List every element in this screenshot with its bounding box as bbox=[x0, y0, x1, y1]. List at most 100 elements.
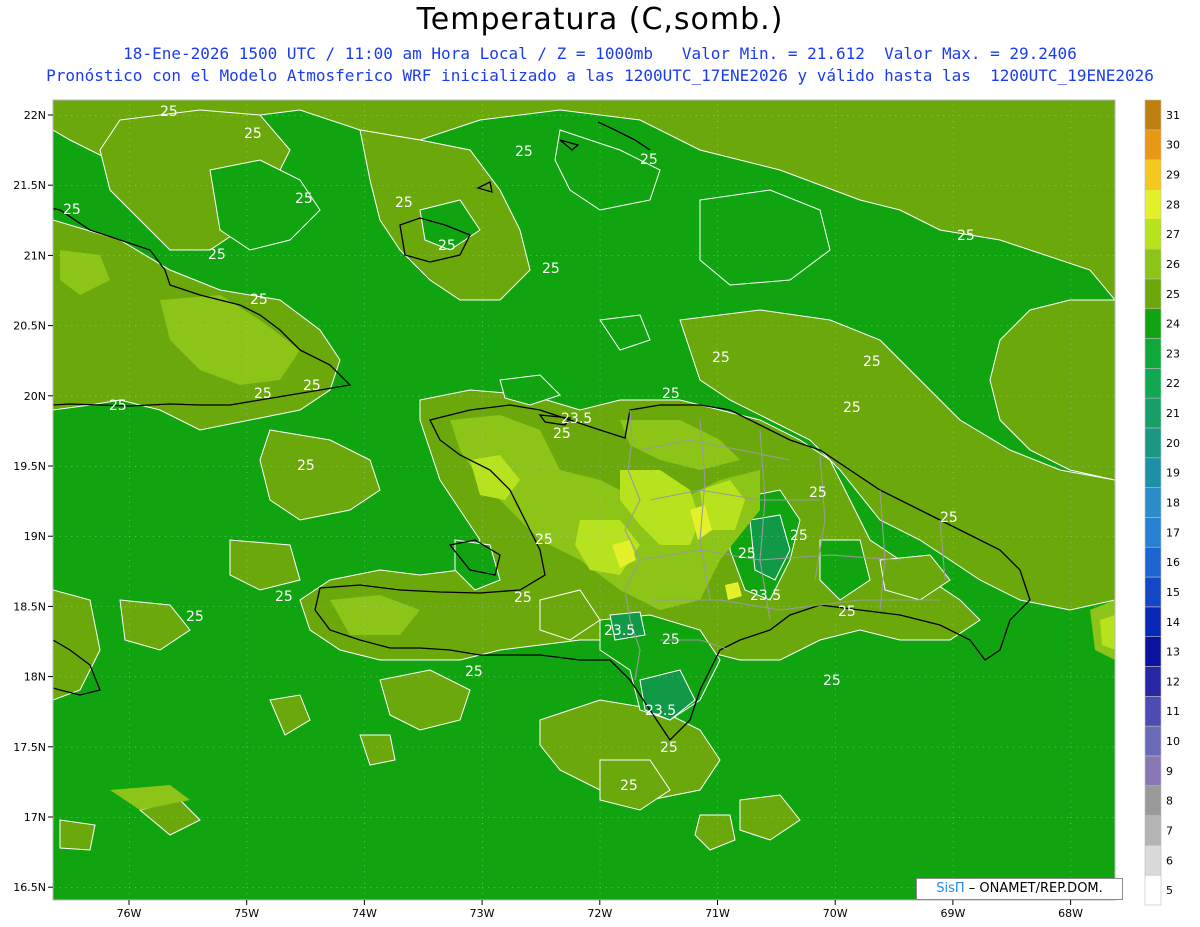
colorbar-swatch bbox=[1144, 248, 1162, 280]
colorbar-label: 7 bbox=[1166, 824, 1173, 837]
colorbar-swatch bbox=[1144, 308, 1162, 339]
latitude-axis: 22N 21.5N 21N 20.5N 20N 19.5N 19N 18.5N 18N 17.5N… bbox=[13, 109, 53, 894]
colorbar-swatch bbox=[1144, 397, 1162, 429]
colorbar-label: 23 bbox=[1166, 347, 1180, 360]
colorbar-swatch bbox=[1144, 457, 1162, 488]
colorbar-swatch bbox=[1144, 546, 1162, 578]
colorbar-swatch bbox=[1144, 338, 1162, 369]
lat-tick-label: 17.5N bbox=[13, 741, 46, 754]
colorbar-swatch bbox=[1144, 845, 1162, 876]
contour-label: 25 bbox=[553, 426, 571, 442]
lat-lon-grid bbox=[53, 100, 1115, 900]
colorbar-swatch bbox=[1144, 517, 1162, 548]
colorbar-swatch bbox=[1144, 218, 1162, 250]
colorbar-label: 12 bbox=[1166, 675, 1180, 688]
colorbar-label: 29 bbox=[1166, 169, 1180, 182]
colorbar-label: 8 bbox=[1166, 795, 1173, 808]
colorbar-label: 28 bbox=[1166, 198, 1180, 211]
colorbar-swatch bbox=[1144, 785, 1162, 816]
colorbar-swatch bbox=[1144, 815, 1162, 846]
lat-tick-label: 21.5N bbox=[13, 179, 46, 192]
contour-label: 25 bbox=[542, 261, 560, 277]
colorbar: 5 6 7 8 9 10 11 12 13 14 15 16 17 18 19 20 21 22 23 24 25 26 2… bbox=[1144, 99, 1180, 906]
lon-tick-label: 75W bbox=[234, 907, 259, 920]
colorbar-swatch bbox=[1144, 427, 1162, 459]
colorbar-label: 31 bbox=[1166, 109, 1180, 122]
colorbar-label: 22 bbox=[1166, 377, 1180, 390]
lon-tick-label: 70W bbox=[823, 907, 848, 920]
lat-tick-label: 20N bbox=[24, 390, 46, 403]
contour-label: 25 bbox=[843, 400, 861, 416]
credit-text: – ONAMET/REP.DOM. bbox=[964, 881, 1103, 896]
contour-label: 25 bbox=[662, 386, 680, 402]
colorbar-swatch bbox=[1144, 99, 1162, 131]
lat-tick-label: 19N bbox=[24, 530, 46, 543]
colorbar-label: 19 bbox=[1166, 467, 1180, 480]
contour-label: 25 bbox=[660, 740, 678, 756]
contour-label: 25 bbox=[395, 195, 413, 211]
contour-label: 25 bbox=[465, 664, 483, 680]
sispi-logo-text: SisΠ bbox=[936, 881, 965, 896]
temperature-map: 25 25 25 25 25 25 25 25 25 25 25 25 25 2… bbox=[13, 99, 1180, 920]
colorbar-swatch bbox=[1144, 159, 1162, 190]
lon-tick-label: 71W bbox=[705, 907, 730, 920]
lon-tick-label: 74W bbox=[352, 907, 377, 920]
colorbar-swatch bbox=[1144, 755, 1162, 787]
longitude-axis: 76W 75W 74W 73W 72W 71W 70W 69W 68W bbox=[117, 900, 1083, 920]
contour-label: 25 bbox=[823, 673, 841, 689]
contour-label: 25 bbox=[515, 144, 533, 160]
colorbar-swatch bbox=[1144, 129, 1162, 160]
contour-label: 25 bbox=[790, 528, 808, 544]
colorbar-label: 9 bbox=[1166, 765, 1173, 778]
lon-tick-label: 73W bbox=[470, 907, 495, 920]
colorbar-swatch bbox=[1144, 368, 1162, 399]
contour-label: 25 bbox=[712, 350, 730, 366]
lon-tick-label: 72W bbox=[587, 907, 612, 920]
lon-tick-label: 69W bbox=[940, 907, 965, 920]
contour-label: 25 bbox=[957, 228, 975, 244]
contour-label: 25 bbox=[208, 247, 226, 263]
contour-label: 25 bbox=[809, 485, 827, 501]
contour-label: 25 bbox=[244, 126, 262, 142]
colorbar-label: 14 bbox=[1166, 616, 1180, 629]
colorbar-label: 26 bbox=[1166, 258, 1180, 271]
contour-label: 25 bbox=[295, 191, 313, 207]
colorbar-swatch bbox=[1144, 487, 1162, 518]
contour-label: 25 bbox=[514, 590, 532, 606]
colorbar-label: 16 bbox=[1166, 556, 1180, 569]
colorbar-label: 10 bbox=[1166, 735, 1180, 748]
lon-tick-label: 76W bbox=[117, 907, 142, 920]
colorbar-swatch bbox=[1144, 695, 1162, 727]
contour-label: 25 bbox=[63, 202, 81, 218]
lat-tick-label: 22N bbox=[24, 109, 46, 122]
colorbar-swatch bbox=[1144, 666, 1162, 697]
colorbar-label: 25 bbox=[1166, 288, 1180, 301]
colorbar-label: 11 bbox=[1166, 705, 1180, 718]
lat-tick-label: 18.5N bbox=[13, 600, 46, 613]
contour-label: 23.5 bbox=[604, 623, 635, 639]
contour-label: 25 bbox=[535, 532, 553, 548]
contour-label: 23.5 bbox=[645, 703, 676, 719]
contour-label: 25 bbox=[250, 292, 268, 308]
lat-tick-label: 21N bbox=[24, 249, 46, 262]
colorbar-label: 6 bbox=[1166, 854, 1173, 867]
contour-label: 25 bbox=[160, 104, 178, 120]
colorbar-swatch bbox=[1144, 189, 1162, 220]
colorbar-swatch bbox=[1144, 874, 1162, 906]
colorbar-label: 30 bbox=[1166, 139, 1180, 152]
colorbar-label: 15 bbox=[1166, 586, 1180, 599]
contour-label: 25 bbox=[620, 778, 638, 794]
credit-box: SisΠ – ONAMET/REP.DOM. bbox=[916, 878, 1123, 900]
contour-label: 25 bbox=[940, 510, 958, 526]
colorbar-label: 5 bbox=[1166, 884, 1173, 897]
colorbar-label: 21 bbox=[1166, 407, 1180, 420]
colorbar-label: 27 bbox=[1166, 228, 1180, 241]
colorbar-label: 24 bbox=[1166, 318, 1180, 331]
contour-label: 25 bbox=[254, 386, 272, 402]
map-plot-area: 25 25 25 25 25 25 25 25 25 25 25 25 25 2… bbox=[53, 100, 1115, 900]
lat-tick-label: 20.5N bbox=[13, 320, 46, 333]
colorbar-swatch bbox=[1144, 725, 1162, 757]
contour-label: 25 bbox=[640, 152, 658, 168]
contour-label: 25 bbox=[662, 632, 680, 648]
lat-tick-label: 19.5N bbox=[13, 460, 46, 473]
